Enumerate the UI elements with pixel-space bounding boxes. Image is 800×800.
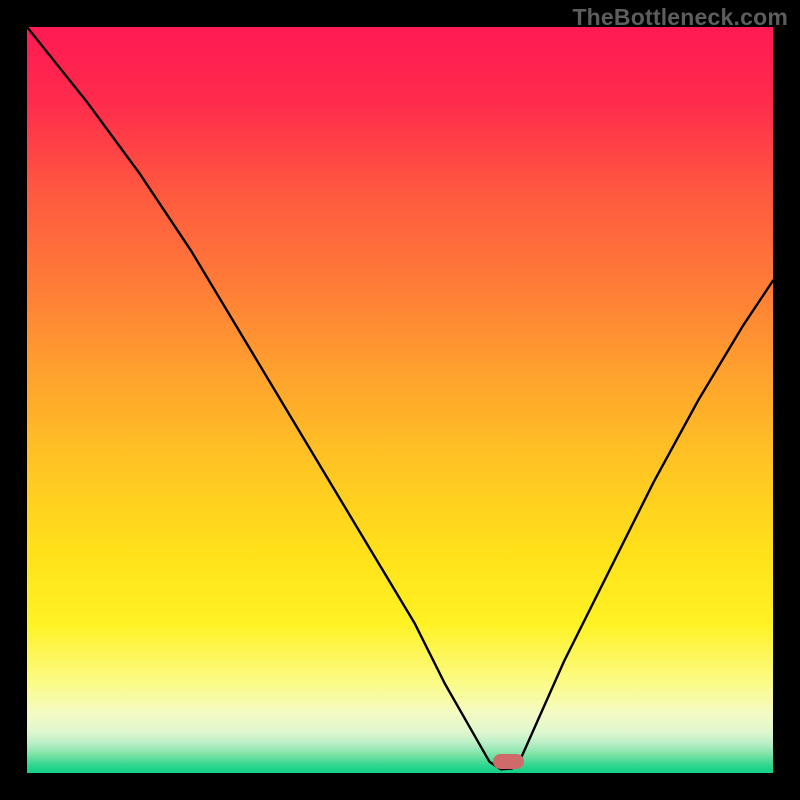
optimal-marker [493,754,524,769]
watermark-text: TheBottleneck.com [572,4,788,31]
plot-area [27,27,773,773]
chart-frame: TheBottleneck.com [0,0,800,800]
background-gradient [27,27,773,773]
